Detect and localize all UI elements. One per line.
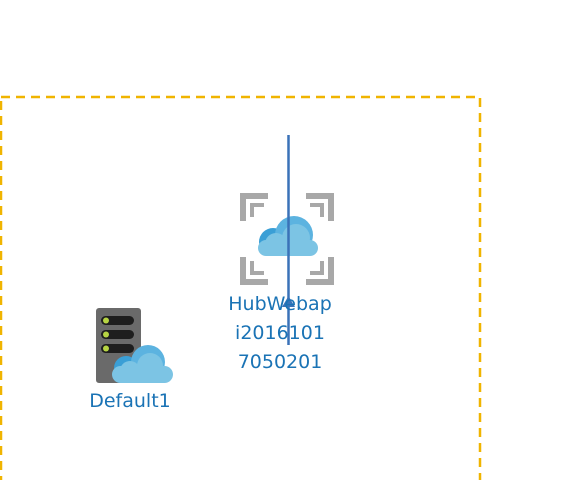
hub-label-line-3: 7050201 (237, 351, 323, 373)
hub-node-label[interactable]: HubWebap i2016101 7050201 (200, 290, 360, 377)
server-slots (101, 316, 134, 353)
default1-node-label[interactable]: Default1 (70, 387, 190, 416)
cloud-service-icon[interactable] (240, 193, 334, 285)
hub-label-line-1: HubWebap (228, 293, 332, 315)
cloud-server-icon[interactable] (96, 308, 173, 383)
group-boundary (0, 95, 482, 480)
hub-label-line-2: i2016101 (235, 322, 325, 344)
